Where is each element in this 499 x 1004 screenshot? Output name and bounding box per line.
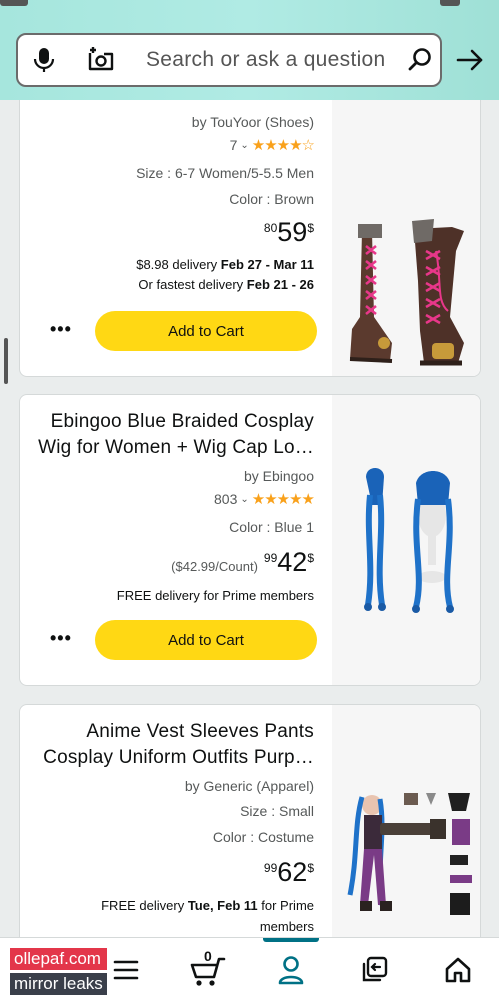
add-to-cart-button[interactable]: Add to Cart bbox=[95, 311, 317, 351]
watermark-line2: mirror leaks bbox=[10, 973, 107, 995]
product-image-wig[interactable] bbox=[332, 395, 480, 685]
product-title-line1[interactable]: Anime Vest Sleeves Pants bbox=[86, 719, 314, 745]
watermark-line1: ollepaf.com bbox=[10, 948, 107, 970]
unit-price: ($42.99/Count) bbox=[171, 559, 258, 574]
product-price: 99 62 $ bbox=[264, 858, 314, 886]
product-price: 80 59 $ bbox=[264, 218, 314, 246]
product-brand[interactable]: by TouYoor (Shoes) bbox=[192, 114, 314, 130]
product-card[interactable]: by TouYoor (Shoes) 7 ⌄ ★★★★☆ Size : 6-7 … bbox=[19, 100, 481, 377]
product-brand[interactable]: by Ebingoo bbox=[244, 468, 314, 484]
product-list: by TouYoor (Shoes) 7 ⌄ ★★★★☆ Size : 6-7 … bbox=[0, 100, 499, 937]
price-symbol: $ bbox=[307, 551, 314, 565]
product-rating[interactable]: 803 ⌄ ★★★★★ bbox=[214, 490, 315, 508]
search-icon[interactable] bbox=[406, 35, 434, 85]
fastest-delivery-info: Or fastest delivery Feb 21 - 26 bbox=[138, 275, 314, 294]
menu-icon[interactable] bbox=[104, 950, 148, 990]
rating-count: 803 bbox=[214, 491, 238, 507]
product-image-boots[interactable] bbox=[332, 100, 480, 376]
active-tab-indicator bbox=[263, 938, 319, 942]
product-rating[interactable]: 7 ⌄ ★★★★☆ bbox=[229, 136, 315, 154]
chevron-down-icon: ⌄ bbox=[240, 493, 249, 505]
watermark: ollepaf.com mirror leaks bbox=[10, 948, 107, 995]
delivery-date: Feb 21 - 26 bbox=[246, 277, 314, 292]
product-price: ($42.99/Count) 99 42 $ bbox=[171, 548, 314, 576]
add-to-cart-button[interactable]: Add to Cart bbox=[95, 620, 317, 660]
product-image-costume[interactable] bbox=[332, 705, 480, 937]
delivery-date: Feb 27 - Mar 11 bbox=[220, 257, 314, 272]
price-fraction: 99 bbox=[263, 861, 278, 875]
rating-count: 7 bbox=[229, 137, 238, 153]
price-symbol: $ bbox=[307, 861, 314, 875]
product-color: Color : Blue 1 bbox=[229, 519, 314, 535]
product-brand[interactable]: by Generic (Apparel) bbox=[185, 778, 314, 794]
delivery-suffix: for Prime bbox=[257, 898, 314, 913]
product-card[interactable]: Anime Vest Sleeves Pants Cosplay Uniform… bbox=[19, 704, 481, 937]
delivery-prefix: Or fastest delivery bbox=[138, 277, 247, 292]
cart-count: 0 bbox=[204, 948, 212, 964]
price-whole: 59 bbox=[277, 217, 308, 247]
delivery-info: $8.98 delivery Feb 27 - Mar 11 bbox=[136, 255, 314, 274]
delivery-info-continued: members bbox=[259, 919, 314, 934]
chevron-down-icon: ⌄ bbox=[240, 139, 249, 151]
switch-icon[interactable] bbox=[352, 950, 396, 990]
price-symbol: $ bbox=[307, 221, 314, 235]
product-color: Color : Costume bbox=[212, 829, 314, 845]
search-input[interactable] bbox=[146, 45, 416, 75]
star-rating-icon: ★★★★★ bbox=[251, 491, 315, 508]
delivery-prefix: $8.98 delivery bbox=[136, 257, 221, 272]
more-options-button[interactable]: ••• bbox=[50, 319, 72, 340]
more-options-button[interactable]: ••• bbox=[50, 628, 72, 649]
delivery-prefix: FREE delivery bbox=[101, 898, 188, 913]
star-rating-icon: ★★★★☆ bbox=[251, 137, 315, 154]
delivery-info: FREE delivery for Prime members bbox=[116, 588, 314, 603]
price-whole: 62 bbox=[277, 857, 308, 887]
product-title-line1[interactable]: Ebingoo Blue Braided Cosplay bbox=[51, 409, 314, 435]
product-title-line2[interactable]: Cosplay Uniform Outfits Purp… bbox=[43, 745, 314, 771]
cart-icon[interactable]: 0 bbox=[184, 948, 232, 990]
search-bar[interactable] bbox=[16, 33, 442, 87]
product-size: Size : Small bbox=[240, 803, 314, 819]
status-bar-fragment bbox=[440, 0, 460, 6]
camera-search-icon[interactable] bbox=[84, 35, 118, 85]
price-fraction: 99 bbox=[263, 551, 278, 565]
delivery-date: Tue, Feb 11 bbox=[187, 898, 258, 913]
status-bar-fragment bbox=[0, 0, 28, 6]
product-size: Size : 6-7 Women/5-5.5 Men bbox=[136, 165, 314, 181]
price-whole: 42 bbox=[277, 547, 308, 577]
header bbox=[0, 0, 499, 100]
microphone-icon[interactable] bbox=[30, 35, 58, 85]
scroll-indicator[interactable] bbox=[4, 338, 8, 384]
home-icon[interactable] bbox=[436, 950, 480, 990]
account-icon[interactable] bbox=[269, 950, 313, 990]
product-title-line2[interactable]: Wig for Women + Wig Cap Lo… bbox=[38, 435, 314, 461]
arrow-icon[interactable] bbox=[454, 46, 486, 74]
product-color: Color : Brown bbox=[229, 191, 314, 207]
product-card[interactable]: Ebingoo Blue Braided Cosplay Wig for Wom… bbox=[19, 394, 481, 686]
delivery-info: FREE delivery Tue, Feb 11 for Prime bbox=[101, 896, 314, 915]
price-fraction: 80 bbox=[263, 221, 278, 235]
